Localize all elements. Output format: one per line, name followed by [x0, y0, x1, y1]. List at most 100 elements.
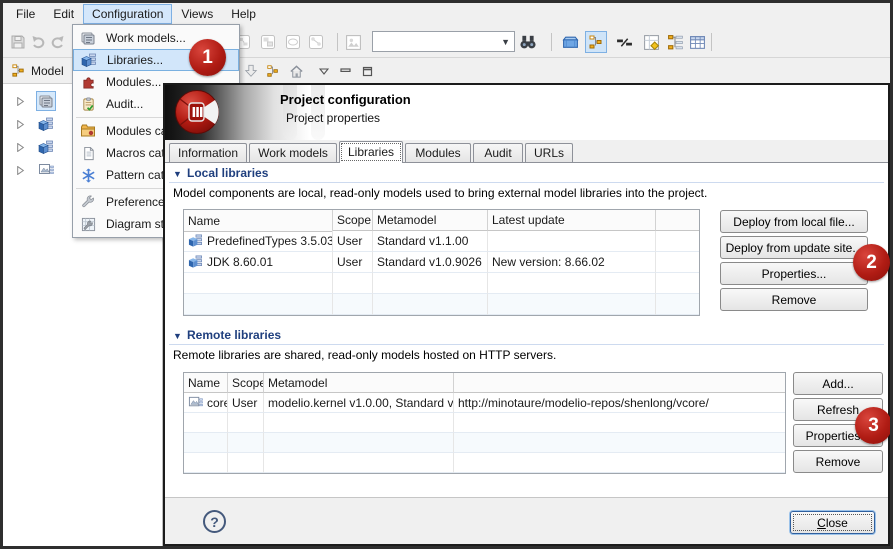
diagram-icon-2[interactable]: [259, 33, 277, 51]
module-puzzle-icon: [79, 73, 97, 91]
empty-cell: [264, 433, 454, 453]
image-icon[interactable]: [344, 33, 362, 51]
empty-cell: [228, 433, 264, 453]
table-row-cell[interactable]: User: [333, 252, 373, 273]
help-icon[interactable]: ?: [203, 510, 226, 533]
diagram-grid-icon[interactable]: [642, 33, 660, 51]
tab-libraries[interactable]: Libraries: [339, 141, 403, 163]
empty-cell: [264, 453, 454, 473]
tab-work-models[interactable]: Work models: [249, 143, 337, 163]
collapse-all-icon[interactable]: [243, 63, 259, 79]
table-row-cell[interactable]: Standard v1.1.00: [373, 231, 488, 252]
expander-icon[interactable]: [16, 97, 25, 106]
tab-modules[interactable]: Modules: [405, 143, 471, 163]
empty-cell: [184, 294, 333, 315]
library-cube-icon[interactable]: [36, 114, 56, 134]
table-row-cell[interactable]: Standard v1.0.9026: [373, 252, 488, 273]
tab-information[interactable]: Information: [169, 143, 247, 163]
pattern-snowflake-icon: [79, 166, 97, 184]
empty-cell: [454, 433, 785, 453]
menu-help[interactable]: Help: [222, 4, 265, 24]
diagram-set-icon[interactable]: [36, 160, 56, 180]
dialog-header: Project configuration Project properties: [165, 85, 888, 140]
library-cube-icon[interactable]: [36, 137, 56, 157]
menu-edit[interactable]: Edit: [44, 4, 83, 24]
tab-urls[interactable]: URLs: [525, 143, 573, 163]
section-rule: [169, 344, 884, 345]
diagram-icon-4[interactable]: [307, 33, 325, 51]
modelio-logo: [174, 89, 220, 135]
menu-item-label: Macros cat: [106, 146, 165, 160]
menu-views[interactable]: Views: [172, 4, 222, 24]
column-header[interactable]: Metamodel: [264, 373, 454, 393]
table-row-cell[interactable]: User: [228, 393, 264, 413]
menu-file[interactable]: File: [7, 4, 44, 24]
minimize-icon[interactable]: [337, 63, 353, 79]
empty-cell: [454, 413, 785, 433]
column-header[interactable]: Scope: [333, 210, 373, 231]
expander-icon[interactable]: [16, 166, 25, 175]
app-window: File Edit Configuration Views Help: [0, 0, 893, 549]
menu-item-label: Libraries...: [107, 53, 163, 67]
local-remove-button[interactable]: Remove: [720, 288, 868, 311]
tab-audit[interactable]: Audit: [473, 143, 523, 163]
empty-cell: [373, 294, 488, 315]
model-tree-icon[interactable]: [585, 31, 607, 53]
link-icon[interactable]: [615, 33, 633, 51]
diagram-icon-3[interactable]: [284, 33, 302, 51]
table-row-cell[interactable]: [656, 231, 699, 252]
deploy-from-local-file-button[interactable]: Deploy from local file...: [720, 210, 868, 233]
model-tree-icon: [11, 63, 26, 78]
table-row-cell[interactable]: core: [184, 393, 228, 413]
callout-badge-3: 3: [855, 407, 892, 444]
callout-badge-2: 2: [853, 244, 890, 281]
column-header[interactable]: Name: [184, 210, 333, 232]
expander-icon[interactable]: [16, 143, 25, 152]
sync-tree-icon[interactable]: [265, 63, 281, 79]
binoculars-icon[interactable]: [519, 33, 537, 51]
table-row-cell[interactable]: JDK 8.60.01: [184, 252, 333, 273]
tree-list-icon[interactable]: [666, 33, 684, 51]
remote-libraries-description: Remote libraries are shared, read-only m…: [173, 348, 556, 362]
table-row-cell[interactable]: User: [333, 231, 373, 252]
redo-icon[interactable]: [49, 33, 67, 51]
home-icon[interactable]: [288, 63, 304, 79]
column-header[interactable]: Metamodel: [373, 210, 488, 231]
cell-text: PredefinedTypes 3.5.03: [207, 234, 333, 248]
work-models-icon[interactable]: [36, 91, 56, 111]
column-header[interactable]: Scope: [228, 373, 264, 393]
table-row-cell[interactable]: New version: 8.66.02: [488, 252, 656, 273]
table-row-cell[interactable]: http://minotaure/modelio-repos/shenlong/…: [454, 393, 785, 413]
table-row-cell[interactable]: [488, 231, 656, 252]
tab-model[interactable]: Model: [5, 61, 70, 80]
save-icon[interactable]: [9, 33, 27, 51]
section-collapse-icon[interactable]: ▼: [173, 169, 182, 179]
dialog-subtitle: Project properties: [286, 111, 380, 125]
section-collapse-icon[interactable]: ▼: [173, 331, 182, 341]
undo-icon[interactable]: [29, 33, 47, 51]
chevron-down-icon[interactable]: ▼: [501, 37, 514, 47]
dialog-tabbar: Information Work models Libraries Module…: [165, 140, 888, 163]
deploy-box-icon[interactable]: [561, 33, 579, 51]
column-header[interactable]: Name: [184, 373, 228, 393]
deploy-from-update-site-button[interactable]: Deploy from update site...: [720, 236, 868, 259]
section-rule: [169, 182, 884, 183]
remote-remove-button[interactable]: Remove: [793, 450, 883, 473]
table-row-cell[interactable]: [656, 252, 699, 273]
menu-configuration[interactable]: Configuration: [83, 4, 172, 24]
table-row-cell[interactable]: PredefinedTypes 3.5.03: [184, 231, 333, 252]
close-button[interactable]: Close: [790, 511, 875, 534]
table-icon[interactable]: [688, 33, 706, 51]
expander-icon[interactable]: [16, 120, 25, 129]
menu-item-label: Pattern cata: [106, 168, 171, 182]
remote-add-button[interactable]: Add...: [793, 372, 883, 395]
remote-libraries-table: Name Scope Metamodel core User modelio.k…: [183, 372, 786, 474]
empty-cell: [184, 433, 228, 453]
maximize-icon[interactable]: [359, 63, 375, 79]
search-combobox[interactable]: ▼: [372, 31, 515, 52]
local-properties-button[interactable]: Properties...: [720, 262, 868, 285]
column-header[interactable]: Latest update: [488, 210, 656, 231]
table-row-cell[interactable]: modelio.kernel v1.0.00, Standard v1.1.00: [264, 393, 454, 413]
view-menu-icon[interactable]: [316, 63, 332, 79]
preferences-wrench-icon: [79, 193, 97, 211]
